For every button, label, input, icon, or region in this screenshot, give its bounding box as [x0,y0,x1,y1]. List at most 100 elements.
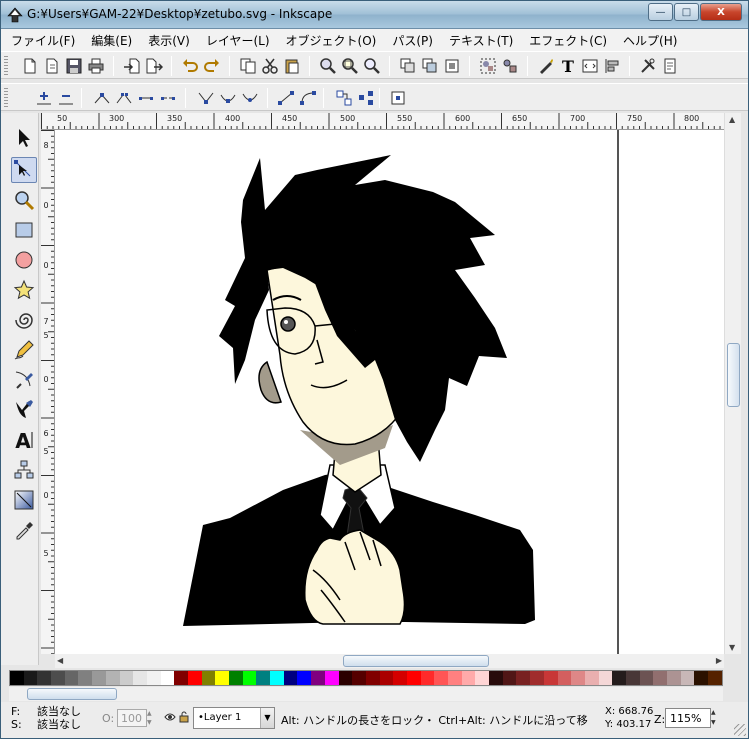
menu-effects[interactable]: エフェクト(C) [529,32,607,49]
pen-tool[interactable] [11,367,37,393]
clone-icon[interactable] [421,57,439,75]
menu-file[interactable]: ファイル(F) [11,32,75,49]
color-swatch[interactable] [530,671,544,685]
color-swatch[interactable] [78,671,93,685]
preferences-icon[interactable] [639,57,657,75]
title-bar[interactable]: G:¥Users¥GAM-22¥Desktop¥zetubo.svg - Ink… [1,1,748,29]
join-nodes-icon[interactable] [93,89,111,107]
color-swatch[interactable] [10,671,24,685]
color-swatch[interactable] [667,671,681,685]
menu-object[interactable]: オブジェクト(O) [286,32,377,49]
layer-visibility-eye-icon[interactable] [164,711,176,723]
curve-segment-icon[interactable] [299,89,317,107]
cusp-node-icon[interactable] [197,89,215,107]
vertical-ruler[interactable]: 8 0 0 7 5 0 6 5 0 5 [41,130,55,654]
color-swatch[interactable] [434,671,448,685]
palette-scrollbar[interactable] [9,687,723,701]
color-swatch[interactable] [406,671,421,685]
duplicate-icon[interactable] [399,57,417,75]
color-swatch[interactable] [598,671,613,685]
window-resize-grip[interactable] [734,724,746,736]
color-swatch[interactable] [653,671,667,685]
color-swatch[interactable] [420,671,435,685]
color-swatch[interactable] [23,671,38,685]
text-tool[interactable]: A [11,427,37,453]
insert-node-icon[interactable] [35,89,53,107]
new-document-icon[interactable] [21,57,39,75]
save-icon[interactable] [65,57,83,75]
open-file-icon[interactable] [43,57,61,75]
delete-node-icon[interactable] [57,89,75,107]
stroke-value[interactable]: 該当なし [37,718,81,731]
group-icon[interactable] [479,57,497,75]
toolbar-grip[interactable] [4,56,8,76]
print-icon[interactable] [87,57,105,75]
color-swatch[interactable] [64,671,79,685]
color-swatch[interactable] [625,671,640,685]
color-swatch[interactable] [215,671,229,685]
export-icon[interactable] [145,57,163,75]
menu-view[interactable]: 表示(V) [148,32,190,49]
menu-text[interactable]: テキスト(T) [449,32,513,49]
vertical-scrollbar[interactable]: ▲ ▼ [724,113,741,654]
opacity-stepper[interactable]: ▲ ▼ [147,709,155,727]
opacity-field[interactable]: 100 [117,709,147,727]
document-properties-icon[interactable] [661,57,679,75]
color-swatch[interactable] [105,671,120,685]
color-swatch[interactable] [639,671,654,685]
copy-icon[interactable] [239,57,257,75]
color-swatch[interactable] [475,671,490,685]
paste-icon[interactable] [283,57,301,75]
color-swatch[interactable] [146,671,161,685]
color-swatch[interactable] [311,671,325,685]
zoom-page-icon[interactable] [363,57,381,75]
xml-editor-icon[interactable] [581,57,599,75]
color-swatch[interactable] [297,671,312,685]
zoom-stepper[interactable]: ▲ ▼ [711,708,720,728]
color-swatch[interactable] [557,671,572,685]
maximize-button[interactable]: □ [674,3,699,21]
color-swatch[interactable] [229,671,243,685]
rectangle-tool[interactable] [11,217,37,243]
zoom-selection-icon[interactable] [319,57,337,75]
color-swatch[interactable] [119,671,134,685]
color-swatch[interactable] [324,671,339,685]
color-swatch[interactable] [516,671,531,685]
color-swatch[interactable] [160,671,175,685]
ellipse-tool[interactable] [11,247,37,273]
connector-tool[interactable] [11,457,37,483]
color-swatch[interactable] [283,671,298,685]
menu-path[interactable]: パス(P) [392,32,433,49]
color-swatch[interactable] [584,671,599,685]
close-button[interactable]: X [700,3,742,21]
color-swatch[interactable] [448,671,462,685]
color-swatch[interactable] [379,671,394,685]
color-swatch[interactable] [270,671,284,685]
color-swatch[interactable] [612,671,626,685]
gradient-tool[interactable] [11,487,37,513]
horizontal-scrollbar[interactable]: ◀ ▶ [55,654,724,668]
color-swatch[interactable] [37,671,52,685]
color-swatch[interactable] [352,671,366,685]
show-handles-icon[interactable] [389,89,407,107]
pencil-tool[interactable] [11,337,37,363]
color-swatch[interactable] [365,671,380,685]
color-swatch[interactable] [694,671,709,685]
smooth-node-icon[interactable] [219,89,237,107]
toolbar-grip[interactable] [4,88,8,108]
node-tool[interactable] [11,157,37,183]
color-swatch[interactable] [92,671,106,685]
join-segment-icon[interactable] [137,89,155,107]
undo-icon[interactable] [181,57,199,75]
fill-stroke-icon[interactable] [537,57,555,75]
color-swatch[interactable] [571,671,585,685]
star-tool[interactable] [11,277,37,303]
color-swatch[interactable] [680,671,695,685]
fill-stroke-values[interactable]: 該当なし 該当なし [37,705,81,731]
stroke-to-path-icon[interactable] [357,89,375,107]
line-segment-icon[interactable] [277,89,295,107]
color-swatch[interactable] [489,671,503,685]
align-distribute-icon[interactable] [603,57,621,75]
color-swatch[interactable] [461,671,476,685]
drawing-canvas[interactable] [55,130,724,654]
